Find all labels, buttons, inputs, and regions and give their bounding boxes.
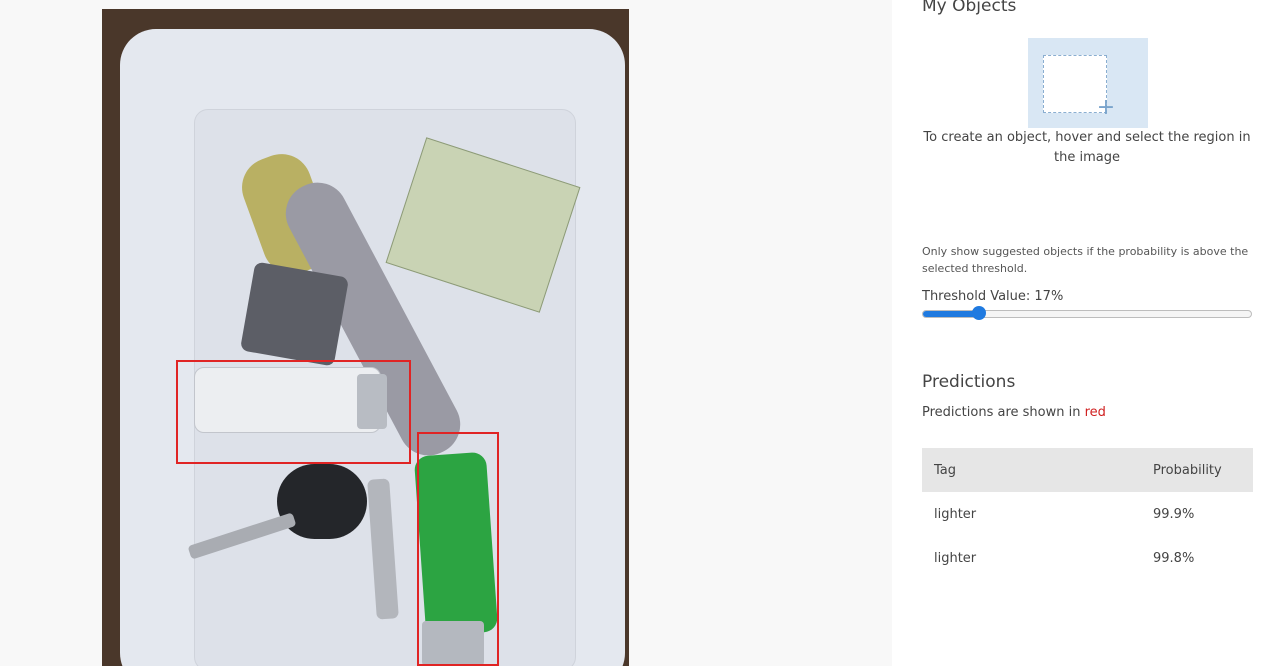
row-probability: 99.9% <box>1153 506 1195 522</box>
side-panel: My Objects + To create an object, hover … <box>892 0 1283 666</box>
row-tag: lighter <box>934 550 977 566</box>
predictions-note-prefix: Predictions are shown in <box>922 405 1085 420</box>
uploaded-photo[interactable] <box>102 9 629 666</box>
row-probability: 99.8% <box>1153 550 1195 566</box>
predictions-note: Predictions are shown in red <box>922 405 1106 420</box>
plus-icon: + <box>1096 95 1116 120</box>
threshold-hint: Only show suggested objects if the proba… <box>922 245 1249 275</box>
predictions-title: Predictions <box>922 372 1016 392</box>
table-header-row: Tag Probability <box>922 448 1253 492</box>
table-row[interactable]: lighter 99.9% <box>922 492 1253 536</box>
threshold-slider[interactable] <box>922 306 1252 320</box>
create-object-illustration: + <box>1028 38 1148 128</box>
column-header-tag: Tag <box>922 448 1141 492</box>
car-key-fob-shape <box>277 464 367 539</box>
column-header-probability: Probability <box>1141 448 1253 492</box>
threshold-slider-fill <box>923 311 979 317</box>
table-row[interactable]: lighter 99.8% <box>922 536 1253 580</box>
image-canvas[interactable] <box>0 0 892 666</box>
my-objects-title: My Objects <box>922 0 1017 16</box>
prediction-box-lighter-2[interactable] <box>417 432 499 666</box>
predictions-table: Tag Probability lighter 99.9% lighter 99… <box>922 448 1253 580</box>
dark-strap-shape <box>239 261 350 367</box>
prediction-box-lighter-1[interactable] <box>176 360 411 464</box>
predictions-note-color-word: red <box>1084 405 1106 420</box>
row-tag: lighter <box>934 506 977 522</box>
threshold-slider-thumb[interactable] <box>971 306 986 320</box>
create-object-hint: To create an object, hover and select th… <box>923 130 1251 165</box>
threshold-label: Threshold Value: 17% <box>922 289 1064 304</box>
